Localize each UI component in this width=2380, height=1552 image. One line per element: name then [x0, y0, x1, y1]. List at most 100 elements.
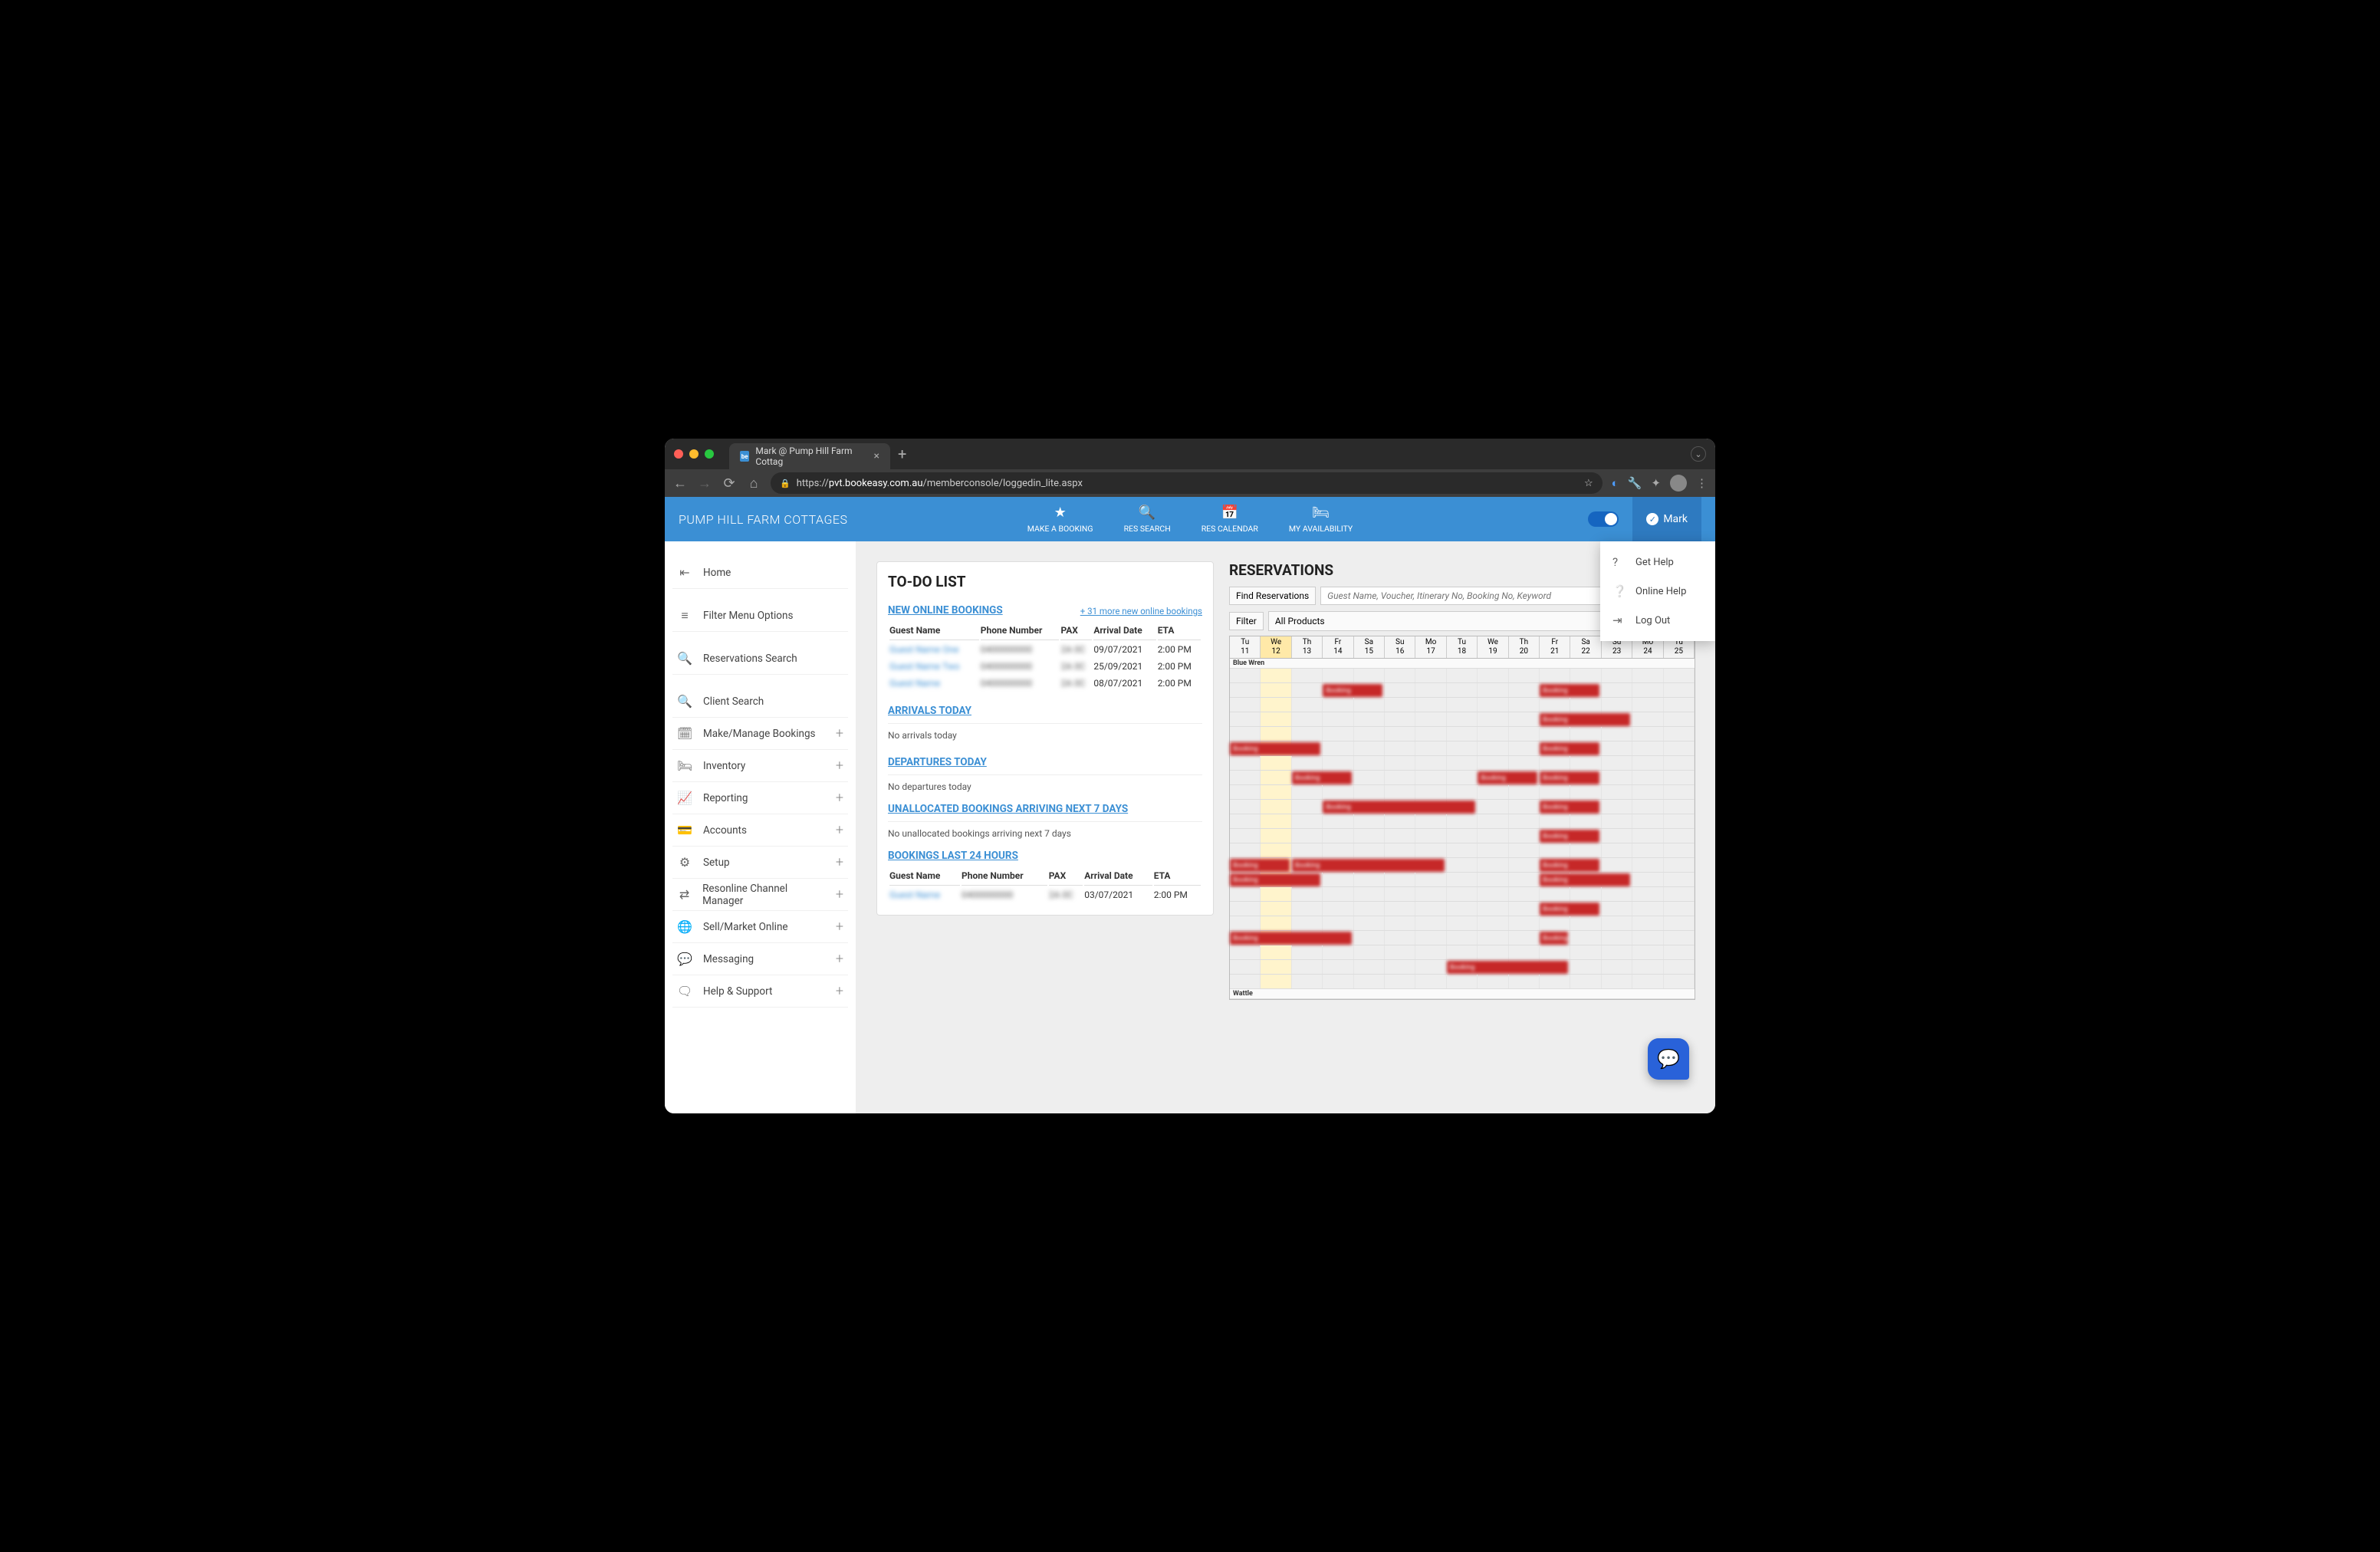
- calendar-cell[interactable]: [1570, 669, 1601, 682]
- calendar-cell[interactable]: [1509, 916, 1540, 930]
- calendar-cell[interactable]: [1602, 771, 1632, 784]
- calendar-cell[interactable]: [1354, 975, 1385, 988]
- booking-block[interactable]: Booking: [1540, 684, 1599, 697]
- calendar-cell[interactable]: [1292, 887, 1323, 901]
- calendar-cell[interactable]: [1261, 712, 1291, 726]
- expand-icon[interactable]: +: [836, 886, 843, 903]
- calendar-cell[interactable]: [1261, 960, 1291, 974]
- calendar-cell[interactable]: [1385, 785, 1415, 799]
- calendar-cell[interactable]: [1602, 829, 1632, 843]
- calendar-cell[interactable]: [1447, 712, 1478, 726]
- calendar-cell[interactable]: [1354, 712, 1385, 726]
- calendar-cell[interactable]: [1230, 902, 1261, 916]
- calendar-cell[interactable]: [1385, 741, 1415, 755]
- calendar-cell[interactable]: [1261, 785, 1291, 799]
- calendar-cell[interactable]: [1632, 829, 1663, 843]
- calendar-cell[interactable]: [1478, 756, 1508, 770]
- calendar-cell[interactable]: [1602, 756, 1632, 770]
- calendar-cell[interactable]: [1415, 712, 1446, 726]
- calendar-cell[interactable]: [1292, 800, 1323, 814]
- calendar-cell[interactable]: [1385, 698, 1415, 712]
- calendar-cell[interactable]: [1509, 683, 1540, 697]
- calendar-cell[interactable]: [1292, 916, 1323, 930]
- calendar-cell[interactable]: [1478, 814, 1508, 828]
- calendar-cell[interactable]: [1447, 698, 1478, 712]
- calendar-cell[interactable]: [1354, 741, 1385, 755]
- menu-get-help[interactable]: ?Get Help: [1600, 547, 1715, 577]
- booking-block[interactable]: Booking: [1540, 903, 1599, 916]
- calendar-cell[interactable]: [1478, 727, 1508, 741]
- calendar-cell[interactable]: [1447, 843, 1478, 857]
- calendar-cell[interactable]: [1415, 960, 1446, 974]
- back-button[interactable]: ←: [672, 475, 688, 492]
- calendar-cell[interactable]: [1415, 785, 1446, 799]
- calendar-cell[interactable]: [1570, 945, 1601, 959]
- booking-block[interactable]: Booking: [1540, 801, 1599, 814]
- calendar-cell[interactable]: [1478, 916, 1508, 930]
- unallocated-link[interactable]: UNALLOCATED BOOKINGS ARRIVING NEXT 7 DAY…: [888, 803, 1128, 815]
- calendar-cell[interactable]: [1447, 931, 1478, 945]
- calendar-day-header[interactable]: Th13: [1292, 636, 1323, 658]
- table-row[interactable]: Guest Name04000000002A 0C08/07/20212:00 …: [889, 676, 1201, 691]
- sidebar-make-manage[interactable]: 🗓Make/Manage Bookings+: [672, 718, 848, 750]
- calendar-cell[interactable]: [1415, 887, 1446, 901]
- menu-online-help[interactable]: ❔Online Help: [1600, 577, 1715, 606]
- nav-res-calendar[interactable]: 📅RES CALENDAR: [1202, 505, 1258, 534]
- calendar-cell[interactable]: [1447, 771, 1478, 784]
- calendar-cell[interactable]: [1664, 800, 1695, 814]
- booking-block[interactable]: Booking: [1478, 771, 1537, 784]
- calendar-cell[interactable]: [1602, 975, 1632, 988]
- calendar-cell[interactable]: [1602, 669, 1632, 682]
- calendar-cell[interactable]: [1602, 698, 1632, 712]
- calendar-cell[interactable]: [1415, 829, 1446, 843]
- nav-my-availability[interactable]: 🛏MY AVAILABILITY: [1289, 505, 1353, 534]
- calendar-cell[interactable]: [1509, 756, 1540, 770]
- calendar-cell[interactable]: [1632, 800, 1663, 814]
- calendar-cell[interactable]: [1323, 902, 1353, 916]
- calendar-cell[interactable]: [1261, 771, 1291, 784]
- calendar-cell[interactable]: [1323, 829, 1353, 843]
- booking-block[interactable]: Booking: [1230, 873, 1320, 886]
- calendar-cell[interactable]: [1509, 741, 1540, 755]
- calendar-cell[interactable]: [1540, 887, 1570, 901]
- calendar-cell[interactable]: [1509, 814, 1540, 828]
- calendar-cell[interactable]: [1540, 916, 1570, 930]
- calendar-day-header[interactable]: Su16: [1385, 636, 1415, 658]
- calendar-cell[interactable]: [1447, 683, 1478, 697]
- calendar-cell[interactable]: [1570, 916, 1601, 930]
- calendar-cell[interactable]: [1447, 829, 1478, 843]
- calendar-cell[interactable]: [1540, 727, 1570, 741]
- calendar-cell[interactable]: [1478, 887, 1508, 901]
- calendar-cell[interactable]: [1323, 945, 1353, 959]
- calendar-cell[interactable]: [1323, 960, 1353, 974]
- calendar-cell[interactable]: [1354, 771, 1385, 784]
- calendar-cell[interactable]: [1354, 829, 1385, 843]
- calendar-cell[interactable]: [1478, 843, 1508, 857]
- nav-make-booking[interactable]: ★MAKE A BOOKING: [1027, 505, 1093, 534]
- calendar-cell[interactable]: [1292, 712, 1323, 726]
- calendar-day-header[interactable]: Mo17: [1415, 636, 1446, 658]
- calendar-cell[interactable]: [1478, 669, 1508, 682]
- calendar-cell[interactable]: [1570, 931, 1601, 945]
- calendar-cell[interactable]: [1354, 945, 1385, 959]
- calendar-cell[interactable]: [1632, 858, 1663, 872]
- expand-icon[interactable]: +: [836, 919, 843, 935]
- calendar-cell[interactable]: [1632, 843, 1663, 857]
- calendar-cell[interactable]: [1447, 916, 1478, 930]
- calendar-cell[interactable]: [1415, 727, 1446, 741]
- nav-res-search[interactable]: 🔍RES SEARCH: [1124, 505, 1171, 534]
- booking-block[interactable]: Booking: [1230, 742, 1320, 755]
- calendar-cell[interactable]: [1602, 683, 1632, 697]
- calendar-cell[interactable]: [1664, 814, 1695, 828]
- menu-log-out[interactable]: ⇥Log Out: [1600, 606, 1715, 635]
- calendar-cell[interactable]: [1354, 916, 1385, 930]
- calendar-cell[interactable]: [1261, 756, 1291, 770]
- calendar-cell[interactable]: [1354, 814, 1385, 828]
- calendar-cell[interactable]: [1632, 741, 1663, 755]
- calendar-cell[interactable]: [1230, 829, 1261, 843]
- calendar-cell[interactable]: [1478, 698, 1508, 712]
- calendar-cell[interactable]: [1540, 698, 1570, 712]
- calendar-cell[interactable]: [1664, 771, 1695, 784]
- booking-block[interactable]: Booking: [1323, 801, 1475, 814]
- calendar-day-header[interactable]: Th20: [1509, 636, 1540, 658]
